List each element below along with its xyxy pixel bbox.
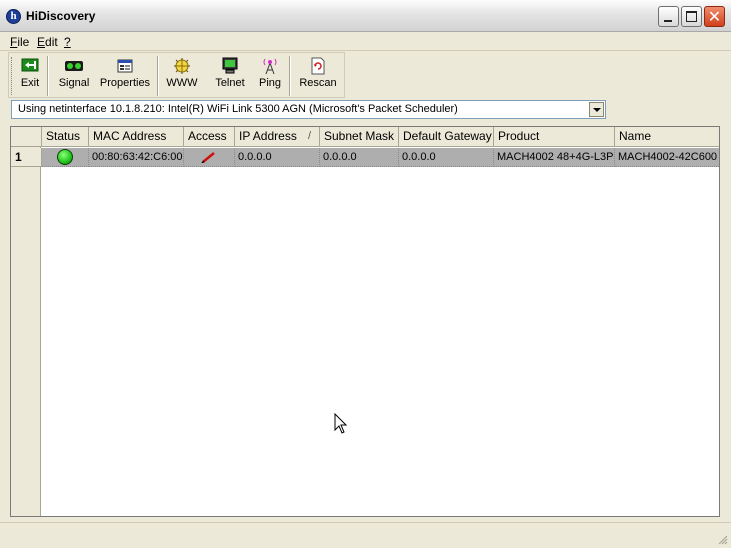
mac-address-cell[interactable]: 00:80:63:42:C6:00 (89, 148, 184, 167)
telnet-button[interactable]: Telnet (212, 55, 248, 95)
menu-help[interactable]: ? (64, 35, 71, 49)
window-title: HiDiscovery (26, 9, 96, 23)
maximize-icon (686, 11, 697, 22)
toolbar: Exit Signal Properties WWW Telnet Ping R… (8, 52, 345, 98)
device-table[interactable]: Status MAC Address Access IP Address / S… (10, 126, 720, 517)
ip-address-cell[interactable]: 0.0.0.0 (235, 148, 320, 167)
menu-file-label: ile (17, 35, 30, 49)
maximize-button[interactable] (681, 6, 702, 27)
menu-edit-label: dit (45, 35, 58, 49)
product-cell[interactable]: MACH4002 48+4G-L3P (494, 148, 615, 167)
ping-button[interactable]: Ping (255, 55, 285, 95)
properties-icon (116, 57, 134, 75)
exit-door-icon (21, 57, 39, 75)
toolbar-grip[interactable] (11, 57, 14, 95)
rescan-label: Rescan (299, 77, 337, 89)
subnet-mask-cell[interactable]: 0.0.0.0 (320, 148, 399, 167)
close-icon: ✕ (707, 7, 722, 26)
chevron-down-icon (593, 108, 601, 112)
pencil-icon (201, 151, 217, 164)
toolbar-separator (157, 56, 159, 96)
status-cell[interactable] (42, 148, 89, 167)
status-bar (0, 522, 731, 548)
title-bar[interactable]: h HiDiscovery ✕ (0, 0, 731, 32)
minimize-button[interactable] (658, 6, 679, 27)
dropdown-button[interactable] (589, 102, 604, 117)
resize-grip-icon[interactable] (716, 533, 728, 545)
exit-button[interactable]: Exit (16, 55, 44, 95)
column-header-ip-address-label: IP Address (239, 129, 297, 143)
menu-edit[interactable]: Edit (37, 35, 58, 49)
menu-bar: File Edit ? (0, 32, 731, 51)
app-logo-icon: h (6, 9, 21, 24)
column-header-status[interactable]: Status (42, 127, 89, 147)
column-header-mac-address[interactable]: MAC Address (89, 127, 184, 147)
menu-file[interactable]: File (10, 35, 29, 49)
column-header-default-gateway[interactable]: Default Gateway (399, 127, 494, 147)
close-button[interactable]: ✕ (704, 6, 725, 27)
www-button[interactable]: WWW (164, 55, 200, 95)
www-label: WWW (166, 77, 198, 89)
signal-button[interactable]: Signal (54, 55, 94, 95)
ping-label: Ping (258, 77, 282, 89)
rescan-button[interactable]: Rescan (297, 55, 339, 95)
column-header-subnet-mask[interactable]: Subnet Mask (320, 127, 399, 147)
toolbar-separator (289, 56, 291, 96)
access-cell[interactable] (184, 148, 235, 167)
exit-label: Exit (20, 77, 40, 89)
network-interface-value: Using netinterface 10.1.8.210: Intel(R) … (18, 103, 458, 115)
column-header-product[interactable]: Product (494, 127, 615, 147)
sort-indicator-icon: / (307, 130, 311, 142)
toolbar-separator (47, 56, 49, 96)
status-online-icon (57, 149, 73, 165)
rescan-document-icon (309, 57, 327, 75)
menu-edit-accel: E (37, 35, 46, 49)
signal-label: Signal (58, 77, 90, 89)
www-globe-icon (173, 57, 191, 75)
default-gateway-cell[interactable]: 0.0.0.0 (399, 148, 494, 167)
ping-antenna-icon (261, 57, 279, 75)
column-header-ip-address[interactable]: IP Address / (235, 127, 320, 147)
network-interface-select[interactable]: Using netinterface 10.1.8.210: Intel(R) … (11, 100, 606, 119)
properties-label: Properties (99, 77, 151, 89)
row-header-column (11, 127, 41, 516)
minimize-icon (664, 20, 672, 22)
menu-help-accel: ? (64, 35, 71, 49)
row-number[interactable]: 1 (11, 148, 42, 167)
telnet-label: Telnet (215, 77, 245, 89)
signal-lights-icon (65, 57, 83, 75)
column-header-name[interactable]: Name (615, 127, 719, 147)
telnet-terminal-icon (221, 57, 239, 75)
column-header-access[interactable]: Access (184, 127, 235, 147)
mouse-cursor-icon (334, 412, 348, 435)
properties-button[interactable]: Properties (99, 55, 151, 95)
table-corner-header[interactable] (11, 127, 42, 147)
name-cell[interactable]: MACH4002-42C600 (615, 148, 719, 167)
